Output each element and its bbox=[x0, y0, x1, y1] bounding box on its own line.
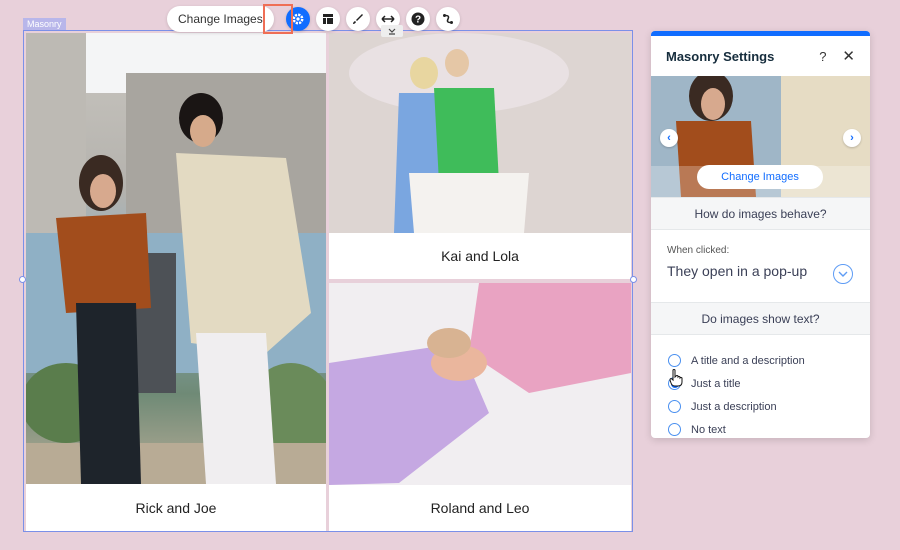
radio-label: A title and a description bbox=[691, 354, 805, 367]
radio-option[interactable]: No text bbox=[668, 418, 853, 438]
radio-button[interactable] bbox=[668, 400, 681, 413]
help-icon[interactable]: ? bbox=[819, 49, 826, 64]
when-clicked-dropdown[interactable]: When clicked: They open in a pop-up bbox=[651, 230, 870, 302]
gallery-caption: Rick and Joe bbox=[135, 499, 217, 516]
radio-option[interactable]: Just a title bbox=[668, 372, 853, 395]
download-icon bbox=[388, 28, 396, 35]
gallery-item[interactable]: Rick and Joe bbox=[26, 33, 326, 531]
svg-text:?: ? bbox=[415, 15, 421, 26]
help-icon: ? bbox=[411, 12, 425, 26]
radio-button[interactable] bbox=[668, 423, 681, 436]
text-options-radio-group: A title and a description Just a title J… bbox=[651, 335, 870, 438]
resize-handle-left[interactable] bbox=[19, 276, 26, 283]
masonry-settings-panel: Masonry Settings ? ✕ ‹ › Change Images H… bbox=[651, 31, 870, 438]
close-icon[interactable]: ✕ bbox=[842, 47, 855, 65]
layout-button[interactable] bbox=[315, 7, 340, 31]
hand-cursor-icon bbox=[669, 369, 683, 387]
image-preview: ‹ › Change Images bbox=[651, 76, 870, 197]
chevron-down-icon[interactable] bbox=[833, 264, 853, 284]
panel-title: Masonry Settings bbox=[666, 48, 775, 64]
previous-image-button[interactable]: ‹ bbox=[660, 129, 678, 147]
radio-label: No text bbox=[691, 423, 726, 436]
photo-illustration bbox=[329, 283, 631, 485]
component-label: Masonry bbox=[23, 18, 66, 30]
masonry-gallery[interactable]: Rick and Joe Kai and Lola Roland and Leo bbox=[19, 30, 637, 532]
gallery-caption: Roland and Leo bbox=[430, 500, 530, 516]
animation-icon bbox=[442, 14, 453, 24]
gallery-item[interactable]: Roland and Leo bbox=[329, 283, 631, 531]
radio-label: Just a description bbox=[691, 400, 777, 413]
change-images-button[interactable]: Change Images bbox=[167, 6, 274, 32]
download-tab[interactable] bbox=[381, 25, 403, 37]
panel-change-images-button[interactable]: Change Images bbox=[697, 165, 823, 189]
panel-header: Masonry Settings ? ✕ bbox=[651, 36, 870, 76]
radio-label: Just a title bbox=[691, 377, 741, 390]
next-image-button[interactable]: › bbox=[843, 129, 861, 147]
radio-button[interactable] bbox=[668, 354, 681, 367]
design-button[interactable] bbox=[345, 7, 370, 31]
text-section-header: Do images show text? bbox=[651, 302, 870, 335]
gallery-photo-kai-and-lola bbox=[329, 33, 631, 233]
floating-toolbar: Change Images ? bbox=[167, 6, 460, 32]
behave-section-header: How do images behave? bbox=[651, 197, 870, 230]
help-button[interactable]: ? bbox=[405, 7, 430, 31]
animation-button[interactable] bbox=[435, 7, 460, 31]
stretch-icon bbox=[381, 15, 395, 23]
radio-option[interactable]: A title and a description bbox=[668, 349, 853, 372]
photo-illustration bbox=[26, 33, 326, 484]
gallery-item[interactable]: Kai and Lola bbox=[329, 33, 631, 279]
design-brush-icon bbox=[352, 14, 363, 24]
photo-illustration bbox=[349, 33, 569, 233]
gallery-caption: Kai and Lola bbox=[441, 248, 519, 264]
gallery-photo-roland-and-leo bbox=[329, 283, 631, 485]
when-clicked-label: When clicked: bbox=[667, 245, 730, 256]
radio-option[interactable]: Just a description bbox=[668, 395, 853, 418]
gallery-photo-rick-and-joe bbox=[26, 33, 326, 484]
active-button-highlight bbox=[263, 4, 293, 34]
layout-icon bbox=[322, 14, 333, 24]
resize-handle-right[interactable] bbox=[630, 276, 637, 283]
when-clicked-value[interactable]: They open in a pop-up bbox=[667, 263, 854, 279]
